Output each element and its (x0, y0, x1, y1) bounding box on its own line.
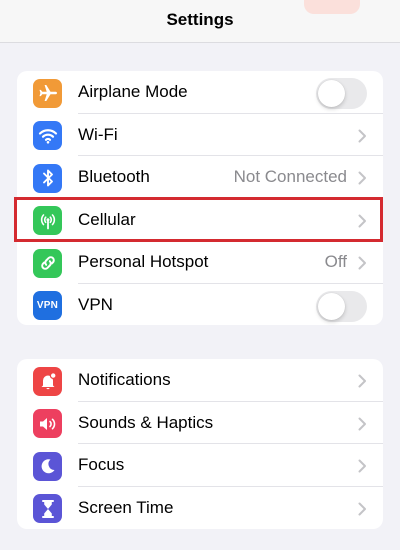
vpn-icon-text: VPN (36, 300, 59, 311)
vpn-toggle[interactable] (316, 290, 367, 322)
settings-row-label: Notifications (78, 370, 171, 389)
settings-row-notifications[interactable]: Notifications (17, 359, 383, 402)
airplane-mode-toggle[interactable] (316, 78, 367, 109)
hotspot-status-value: Off (324, 252, 347, 271)
chevron-right-icon (358, 214, 366, 227)
settings-row-bluetooth[interactable]: Bluetooth Not Connected (17, 156, 383, 199)
settings-row-label: VPN (78, 294, 113, 314)
settings-row-label: Airplane Mode (78, 82, 188, 101)
settings-row-label: Personal Hotspot (78, 252, 209, 271)
bluetooth-icon (33, 163, 62, 193)
cellular-antenna-icon (33, 206, 62, 235)
settings-row-label: Focus (78, 455, 125, 474)
settings-row-airplane-mode[interactable]: Airplane Mode (17, 71, 383, 114)
page-title: Settings (166, 10, 234, 29)
connectivity-settings-group: Airplane Mode Wi-Fi Bluetooth Not Connec… (17, 71, 383, 325)
bluetooth-status-value: Not Connected (233, 167, 347, 186)
settings-row-screen-time[interactable]: Screen Time (17, 487, 383, 530)
settings-row-wifi[interactable]: Wi-Fi (17, 114, 383, 156)
speaker-icon (33, 409, 62, 438)
hotspot-link-icon (33, 248, 62, 278)
chevron-right-icon (358, 417, 366, 430)
moon-icon (33, 451, 62, 481)
toggle-knob (318, 80, 345, 107)
airplane-icon (33, 78, 62, 108)
navigation-bar: Settings (0, 0, 400, 43)
chevron-right-icon (358, 502, 366, 515)
settings-row-personal-hotspot[interactable]: Personal Hotspot Off (17, 241, 383, 284)
chevron-right-icon (358, 374, 366, 388)
hourglass-icon (33, 494, 62, 523)
settings-row-label: Wi-Fi (78, 124, 118, 144)
notifications-settings-group: Notifications Sounds & Haptics Focus Scr… (17, 359, 383, 529)
vpn-icon: VPN (33, 291, 62, 320)
chevron-right-icon (358, 459, 366, 473)
settings-row-label: Sounds & Haptics (78, 412, 214, 432)
chevron-right-icon (358, 256, 366, 270)
settings-row-cellular[interactable]: Cellular (17, 199, 383, 241)
settings-row-label: Screen Time (78, 497, 174, 517)
wifi-icon (33, 121, 62, 150)
settings-row-focus[interactable]: Focus (17, 444, 383, 487)
settings-row-vpn[interactable]: VPN VPN (17, 284, 383, 327)
settings-row-label: Bluetooth (78, 167, 150, 186)
notifications-bell-icon (33, 366, 62, 396)
toggle-knob (318, 292, 345, 320)
settings-row-sounds-haptics[interactable]: Sounds & Haptics (17, 402, 383, 444)
settings-row-label: Cellular (78, 209, 136, 229)
chevron-right-icon (358, 129, 366, 142)
chevron-right-icon (358, 171, 366, 185)
